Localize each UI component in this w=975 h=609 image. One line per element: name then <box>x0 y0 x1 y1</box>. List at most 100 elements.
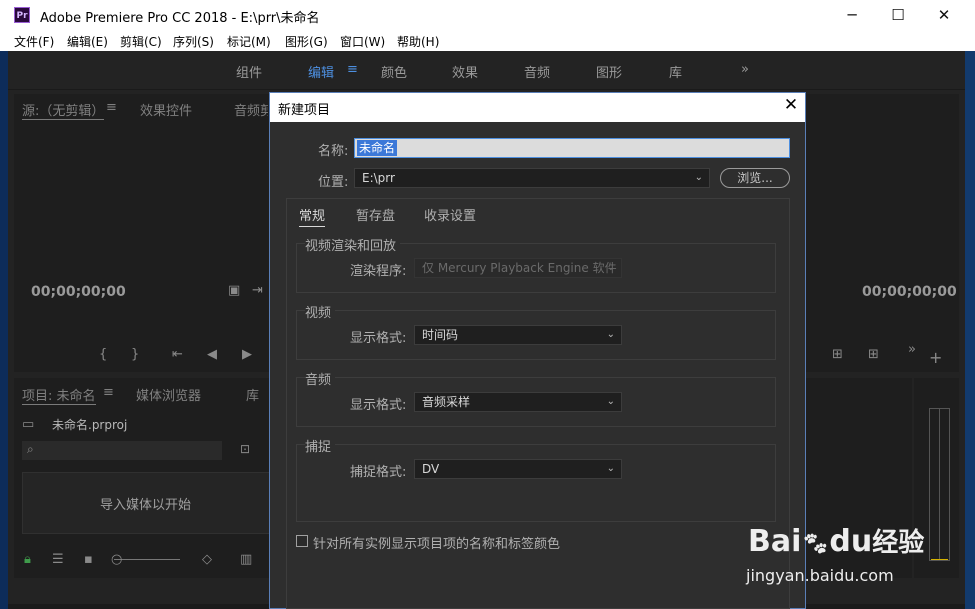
desktop-edge-left <box>0 51 8 609</box>
tab-source[interactable]: 源:（无剪辑） <box>22 100 105 120</box>
tab-audio-clip-mixer[interactable]: 音频剪 <box>234 100 268 119</box>
zoom-slider[interactable] <box>114 559 180 560</box>
renderer-value: 仅 Mercury Playback Engine 软件 <box>422 261 617 275</box>
icon-view-icon[interactable]: ▪ <box>84 552 93 567</box>
tab-scratch-disks[interactable]: 暂存盘 <box>356 205 395 224</box>
capture-format-value: DV <box>422 462 440 476</box>
minimize-button[interactable]: ─ <box>829 0 875 30</box>
tab-effect-controls[interactable]: 效果控件 <box>140 100 192 119</box>
play-icon[interactable]: ▶ <box>242 347 252 362</box>
capture-group <box>296 444 776 522</box>
project-file-name: 未命名.prproj <box>52 418 128 432</box>
window-title: Adobe Premiere Pro CC 2018 - E:\prr\未命名 <box>40 11 320 26</box>
dialog-title-bar <box>270 93 805 122</box>
tab-source-menu-icon[interactable]: ≡ <box>106 100 117 115</box>
chevron-down-icon: ⌄ <box>606 396 615 407</box>
lock-icon[interactable]: 🔒︎ <box>24 552 31 567</box>
capture-group-title: 捕捉 <box>305 436 336 455</box>
insert-icon[interactable]: ⇥ <box>252 283 263 298</box>
menu-window[interactable]: 窗口(W) <box>340 33 385 50</box>
list-view-icon[interactable]: ☰ <box>52 552 64 567</box>
menu-file[interactable]: 文件(F) <box>14 33 54 50</box>
program-timecode[interactable]: 00;00;00;00 <box>862 284 957 300</box>
name-field-value: 未命名 <box>357 140 398 156</box>
location-dropdown[interactable]: E:\prr ⌄ <box>354 168 710 188</box>
workspace-tab-color[interactable]: 颜色 <box>381 62 407 81</box>
capture-format-dropdown[interactable]: DV ⌄ <box>414 459 622 479</box>
audio-display-format-label: 显示格式: <box>350 398 407 413</box>
mark-out-icon[interactable]: } <box>131 347 139 362</box>
watermark-suffix: 经验 <box>872 528 925 558</box>
menu-sequence[interactable]: 序列(S) <box>173 33 214 50</box>
baidu-watermark-logo: Bai🐾︎du经验 <box>748 522 924 559</box>
workspace-menu-icon[interactable]: ≡ <box>347 62 358 77</box>
location-label: 位置: <box>318 175 349 190</box>
go-to-in-icon[interactable]: ⇤ <box>172 347 183 362</box>
extract-icon[interactable]: ⊞ <box>868 347 879 362</box>
step-back-icon[interactable]: ◀ <box>207 347 217 362</box>
sort-icon[interactable]: ◇ <box>202 552 212 567</box>
workspace-tab-audio[interactable]: 音频 <box>524 62 550 81</box>
audio-meter-peak <box>931 559 948 560</box>
add-button-icon[interactable]: + <box>929 348 942 367</box>
desktop-edge-right <box>965 30 975 609</box>
source-timecode[interactable]: 00;00;00;00 <box>31 284 126 300</box>
name-field[interactable]: 未命名 <box>354 138 790 158</box>
menu-edit[interactable]: 编辑(E) <box>67 33 108 50</box>
name-label: 名称: <box>318 144 349 159</box>
workspace-tab-editing[interactable]: 编辑 <box>308 62 334 81</box>
capture-format-label: 捕捉格式: <box>350 465 407 480</box>
project-search-input[interactable] <box>22 441 222 460</box>
zoom-slider-handle[interactable]: ○ <box>111 552 122 567</box>
automate-icon[interactable]: ▥ <box>240 552 252 567</box>
audio-display-format-value: 音频采样 <box>422 395 471 409</box>
chevron-down-icon: ⌄ <box>606 329 615 340</box>
dialog-close-button[interactable]: ✕ <box>780 95 802 115</box>
lift-icon[interactable]: ⊞ <box>832 347 843 362</box>
audio-group-title: 音频 <box>305 369 336 388</box>
watermark-brand-tail: du <box>829 524 873 559</box>
audio-meter-divider <box>939 408 940 561</box>
video-display-format-label: 显示格式: <box>350 331 407 346</box>
browse-button[interactable]: 浏览... <box>720 168 790 188</box>
find-icon[interactable]: ⊡ <box>240 442 250 456</box>
tab-ingest-settings[interactable]: 收录设置 <box>424 205 476 224</box>
chevron-down-icon: ⌄ <box>606 262 615 273</box>
show-names-checkbox-label[interactable]: 针对所有实例显示项目项的名称和标签颜色 <box>313 533 560 552</box>
menu-help[interactable]: 帮助(H) <box>397 33 439 50</box>
menu-graphics[interactable]: 图形(G) <box>285 33 328 50</box>
show-names-checkbox[interactable] <box>296 535 308 547</box>
tab-general[interactable]: 常规 <box>299 205 326 227</box>
workspace-tab-libraries[interactable]: 库 <box>669 62 682 81</box>
program-overflow-icon[interactable]: » <box>908 342 916 357</box>
renderer-label: 渲染程序: <box>350 264 407 279</box>
workspace-overflow-icon[interactable]: » <box>741 62 749 77</box>
source-monitor-panel <box>14 94 270 372</box>
tab-project-menu-icon[interactable]: ≡ <box>103 385 114 400</box>
menu-marker[interactable]: 标记(M) <box>227 33 271 50</box>
workspace-tab-effects[interactable]: 效果 <box>452 62 478 81</box>
workspace-tab-graphics[interactable]: 图形 <box>596 62 622 81</box>
maximize-button[interactable]: ☐ <box>875 0 921 30</box>
video-display-format-dropdown[interactable]: 时间码 ⌄ <box>414 325 622 345</box>
tab-media-browser[interactable]: 媒体浏览器 <box>136 385 201 404</box>
menu-clip[interactable]: 剪辑(C) <box>120 33 162 50</box>
close-window-button[interactable]: ✕ <box>921 0 967 30</box>
tab-project[interactable]: 项目: 未命名 <box>22 385 96 405</box>
renderer-dropdown: 仅 Mercury Playback Engine 软件 ⌄ <box>414 258 622 278</box>
video-display-format-value: 时间码 <box>422 328 459 342</box>
watermark-brand: Bai <box>748 524 802 559</box>
tab-libraries[interactable]: 库 <box>246 385 266 404</box>
mark-in-icon[interactable]: { <box>99 347 107 362</box>
video-group-title: 视频 <box>305 302 336 321</box>
premiere-app-icon: Pr <box>14 7 30 23</box>
watermark-url: jingyan.baidu.com <box>746 566 894 585</box>
audio-display-format-dropdown[interactable]: 音频采样 ⌄ <box>414 392 622 412</box>
chevron-down-icon: ⌄ <box>606 463 615 474</box>
workspace-tab-assembly[interactable]: 组件 <box>236 62 262 81</box>
paw-icon: 🐾︎ <box>801 532 830 557</box>
location-value: E:\prr <box>362 171 395 185</box>
project-file-icon: ▭ <box>22 417 35 432</box>
render-group-title: 视频渲染和回放 <box>305 235 401 254</box>
safe-margins-icon[interactable]: ▣ <box>228 283 240 298</box>
